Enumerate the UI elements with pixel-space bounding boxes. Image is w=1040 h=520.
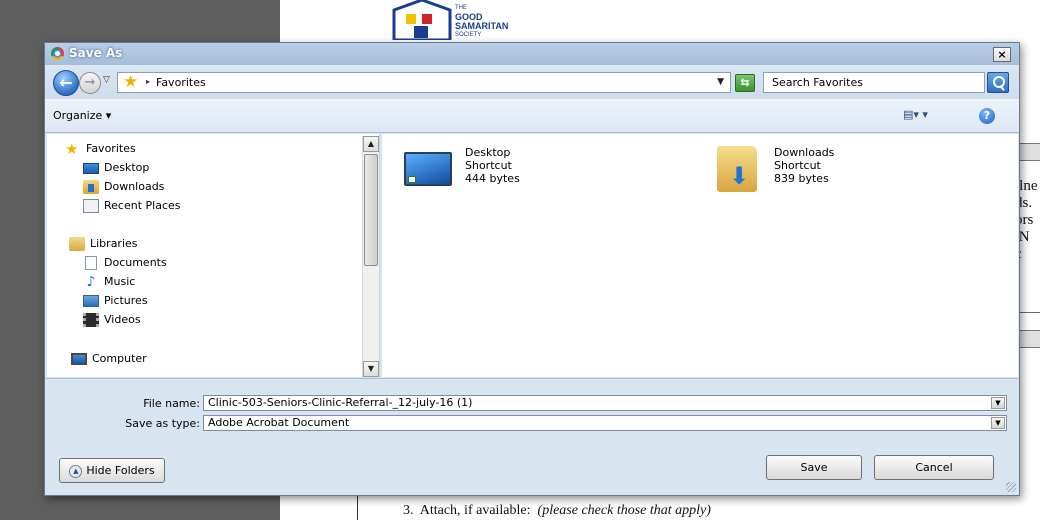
save-as-type-dropdown-icon[interactable]: ▼ (991, 417, 1005, 429)
save-as-type-label: Save as type: (125, 417, 200, 430)
save-options-area: File name: Clinic-503-Seniors-Clinic-Ref… (45, 378, 1019, 495)
libraries-icon (69, 237, 85, 251)
documents-icon (85, 256, 97, 270)
sidebar-header-libraries[interactable]: Libraries (69, 235, 138, 253)
sidebar-header-computer[interactable]: Computer (71, 350, 147, 368)
hide-folders-button[interactable]: ▲ Hide Folders (59, 458, 165, 483)
dialog-title: Save As (69, 46, 123, 60)
document-attach-line: 3. Attach, if available: (please check t… (403, 503, 711, 518)
save-button[interactable]: Save (766, 455, 862, 480)
refresh-button[interactable]: ⇆ (735, 74, 755, 92)
breadcrumb-separator-icon[interactable]: ▸ (146, 77, 150, 86)
file-size-label: 839 bytes (774, 172, 829, 185)
videos-icon (83, 313, 99, 327)
pictures-icon (83, 295, 99, 307)
breadcrumb-favorites[interactable]: Favorites (156, 76, 206, 89)
save-as-dialog: Save As × ← → ▽ ★ ▸ Favorites ▼ ⇆ Search… (44, 42, 1020, 496)
scroll-down-icon[interactable]: ▼ (363, 361, 379, 377)
desktop-icon (83, 162, 99, 174)
close-button[interactable]: × (993, 47, 1011, 62)
file-name-label: File name: (143, 397, 200, 410)
dialog-toolbar: Organize ▾ ▤▾ ▾ ? (45, 99, 1019, 133)
address-row: ← → ▽ ★ ▸ Favorites ▼ ⇆ Search Favorites (45, 65, 1019, 99)
navigation-scrollbar[interactable]: ▲ ▼ (362, 136, 379, 377)
cancel-button[interactable]: Cancel (874, 455, 994, 480)
file-list: Desktop Shortcut 444 bytes Downloads Sho… (382, 134, 1018, 377)
file-name-label: Desktop (465, 146, 511, 159)
chrome-icon (51, 47, 64, 60)
scroll-up-icon[interactable]: ▲ (363, 136, 379, 152)
file-item-downloads[interactable]: Downloads Shortcut 839 bytes (713, 146, 953, 196)
file-name-label: Downloads (774, 146, 835, 159)
search-icon[interactable] (987, 72, 1009, 93)
sidebar-header-favorites[interactable]: ★ Favorites (65, 140, 136, 158)
sidebar-item-pictures[interactable]: Pictures (83, 292, 148, 310)
forward-button[interactable]: → (79, 72, 101, 94)
file-item-desktop[interactable]: Desktop Shortcut 444 bytes (404, 146, 644, 196)
file-name-input[interactable]: Clinic-503-Seniors-Clinic-Referral-_12-j… (203, 395, 1007, 411)
sidebar-item-documents[interactable]: Documents (83, 254, 167, 272)
downloads-icon (83, 180, 99, 194)
sidebar-item-desktop[interactable]: Desktop (83, 159, 149, 177)
change-view-icon[interactable]: ▤▾ ▾ (903, 108, 933, 124)
navigation-pane: ★ Favorites Desktop Downloads Recent Plac… (47, 134, 380, 377)
computer-icon (71, 353, 87, 365)
collapse-icon: ▲ (69, 464, 83, 478)
save-as-type-select[interactable]: Adobe Acrobat Document ▼ (203, 415, 1007, 431)
favorites-star-icon: ★ (65, 140, 79, 158)
file-type-label: Shortcut (774, 159, 821, 172)
sidebar-item-downloads[interactable]: Downloads (83, 178, 164, 196)
search-input[interactable]: Search Favorites (763, 72, 985, 93)
downloads-folder-icon (717, 146, 757, 192)
address-bar[interactable]: ★ ▸ Favorites ▼ (117, 72, 731, 93)
back-button[interactable]: ← (53, 70, 79, 96)
file-size-label: 444 bytes (465, 172, 520, 185)
recent-places-icon (83, 199, 99, 213)
music-icon: ♪ (86, 274, 96, 290)
scroll-thumb[interactable] (364, 154, 378, 266)
resize-grip-icon[interactable] (1006, 482, 1016, 492)
favorites-star-icon: ★ (123, 72, 139, 92)
sidebar-item-recent-places[interactable]: Recent Places (83, 197, 181, 215)
sidebar-item-videos[interactable]: Videos (83, 311, 141, 329)
organize-menu[interactable]: Organize ▾ (53, 109, 111, 122)
sidebar-item-music[interactable]: ♪ Music (83, 273, 136, 291)
desktop-shortcut-icon (404, 152, 452, 186)
dialog-titlebar[interactable]: Save As × (45, 43, 1019, 65)
recent-locations-dropdown[interactable]: ▽ (103, 75, 110, 85)
file-type-label: Shortcut (465, 159, 512, 172)
help-icon[interactable]: ? (979, 108, 995, 124)
file-name-dropdown-icon[interactable]: ▼ (991, 397, 1005, 409)
search-placeholder: Search Favorites (772, 76, 863, 89)
address-dropdown-icon[interactable]: ▼ (717, 77, 724, 87)
logo-text: THE GOOD SAMARITAN SOCIETY (455, 5, 509, 38)
